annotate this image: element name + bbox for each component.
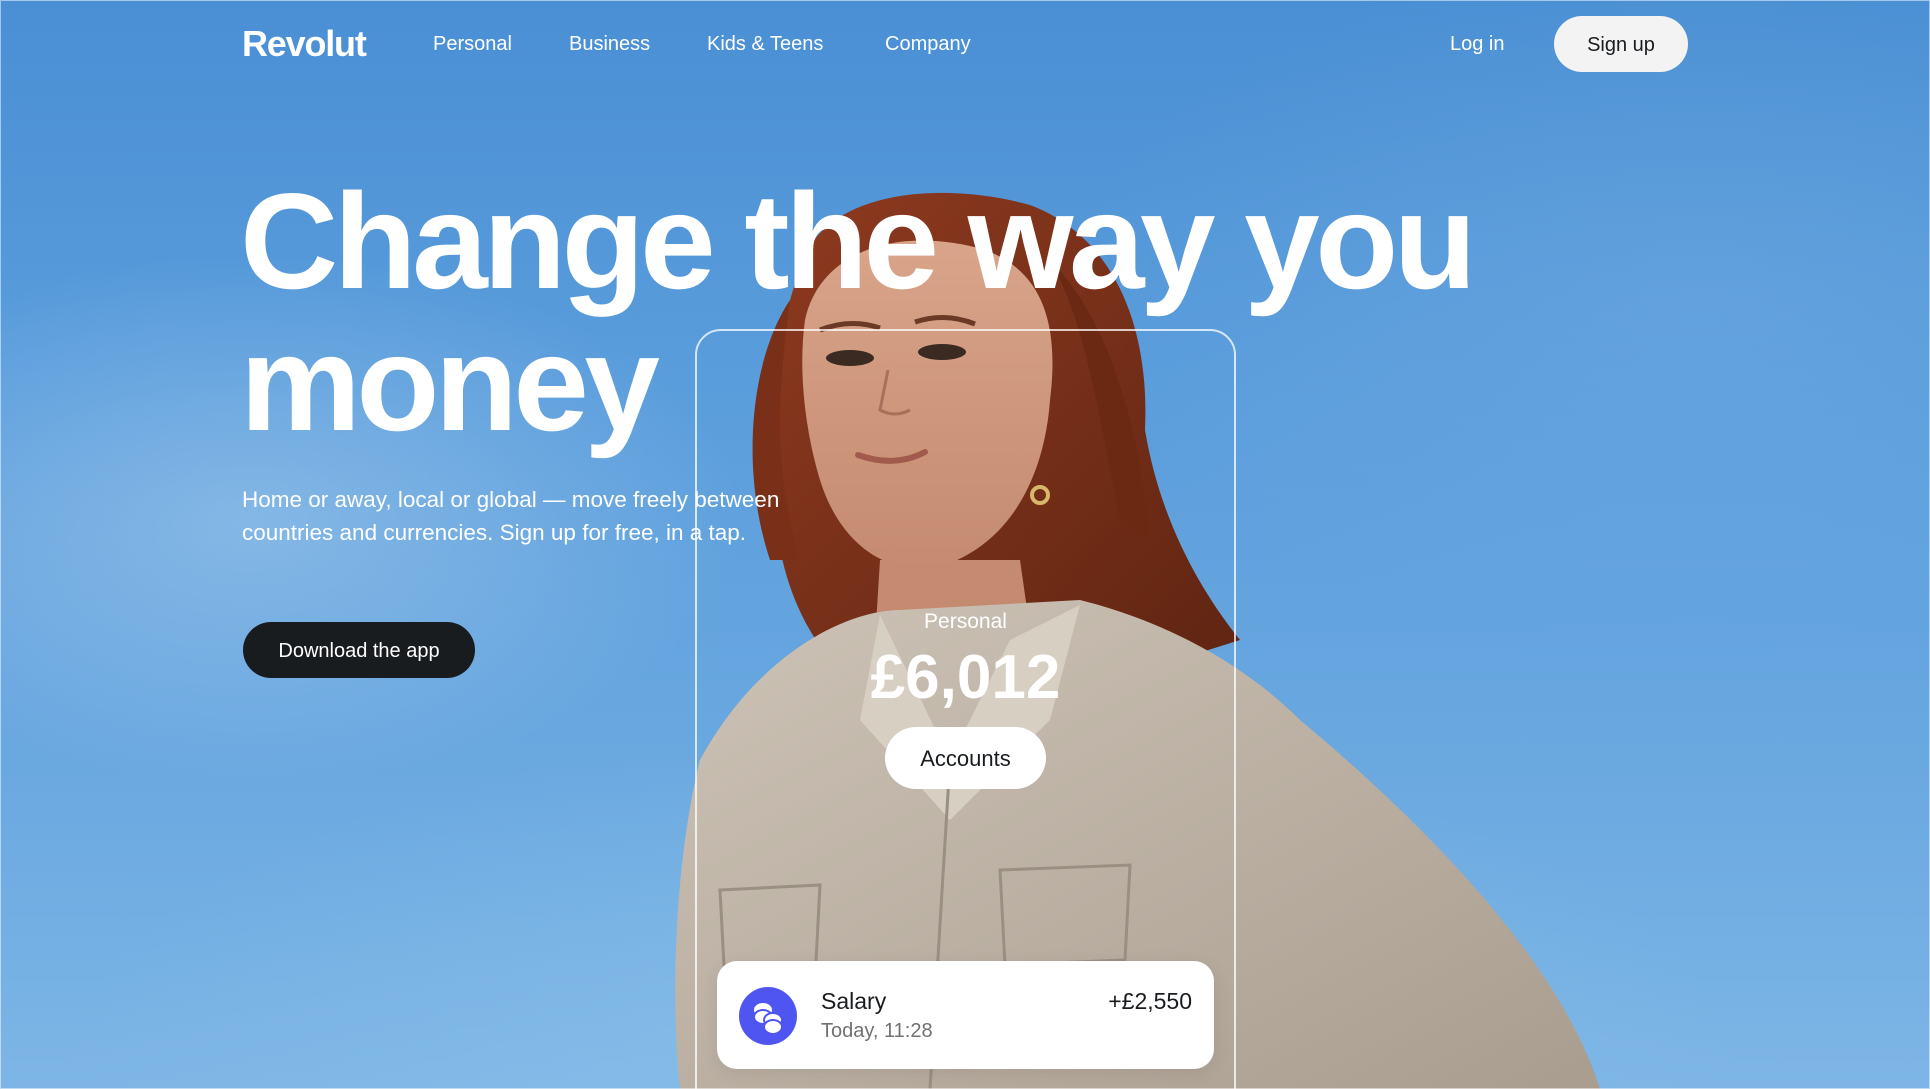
- transaction-amount: +£2,550: [1108, 988, 1192, 1014]
- nav-item-kids-teens[interactable]: Kids & Teens: [707, 32, 823, 56]
- nav-item-personal[interactable]: Personal: [433, 32, 512, 56]
- signup-button[interactable]: Sign up: [1554, 16, 1688, 72]
- top-navigation: Revolut Personal Business Kids & Teens C…: [0, 0, 1930, 88]
- coins-icon: [739, 987, 797, 1045]
- hero-headline-line2: money: [240, 307, 660, 459]
- hero-headline-line1: Change the way you: [240, 165, 1477, 317]
- accounts-button[interactable]: Accounts: [885, 727, 1046, 789]
- transaction-time: Today, 11:28: [821, 1020, 933, 1042]
- transaction-card: Salary Today, 11:28 +£2,550: [717, 961, 1214, 1069]
- login-link[interactable]: Log in: [1450, 32, 1505, 56]
- account-type-label: Personal: [924, 610, 1007, 633]
- transaction-title: Salary: [821, 988, 887, 1014]
- download-app-button[interactable]: Download the app: [243, 622, 475, 678]
- nav-item-company[interactable]: Company: [885, 32, 971, 56]
- revolut-logo[interactable]: Revolut: [242, 24, 367, 64]
- hero-section: Revolut Personal Business Kids & Teens C…: [0, 0, 1930, 1089]
- account-balance: £6,012: [870, 643, 1061, 712]
- nav-item-business[interactable]: Business: [569, 32, 650, 56]
